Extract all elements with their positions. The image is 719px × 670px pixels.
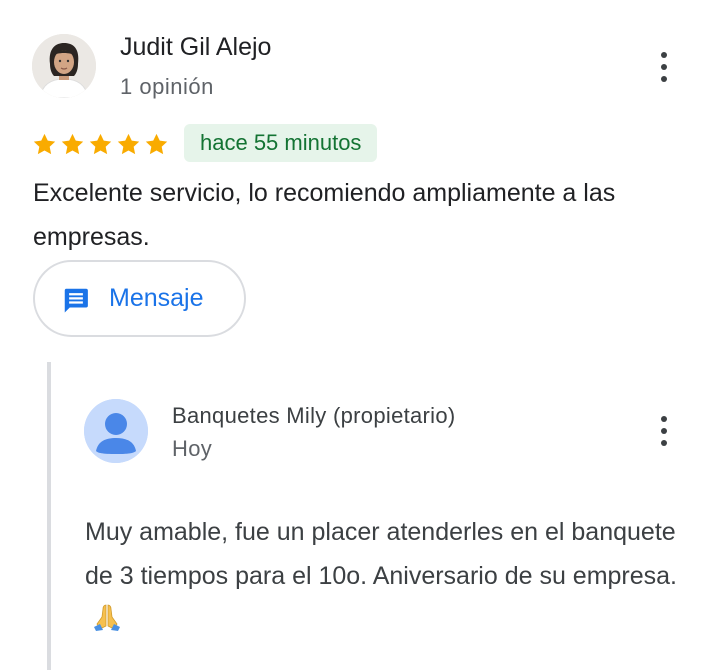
reviewer-review-count: 1 opinión [120, 74, 214, 99]
star-icon [89, 133, 112, 155]
review-card: Judit Gil Alejo 1 opinión hace 55 minuto… [0, 0, 719, 670]
owner-avatar[interactable] [84, 399, 148, 463]
owner-reply-body: Muy amable, fue un placer atenderles en … [85, 518, 678, 590]
review-time-badge: hace 55 minutos [184, 124, 378, 162]
message-icon [64, 288, 88, 313]
star-rating [31, 131, 170, 158]
more-vert-icon[interactable] [652, 411, 676, 451]
owner-reply-text: Muy amable, fue un placer atenderles en … [85, 510, 695, 642]
reviewer-avatar[interactable] [32, 34, 96, 98]
review-text: Excelente servicio, lo recomiendo amplia… [33, 179, 616, 251]
review-time-label: hace 55 minutos [200, 130, 362, 155]
star-icon [117, 133, 140, 155]
star-icon [145, 133, 168, 155]
reply-indent-bar [47, 362, 51, 670]
message-button[interactable]: Mensaje [33, 260, 246, 337]
folded-hands-icon [94, 604, 120, 631]
reviewer-name[interactable]: Judit Gil Alejo [120, 33, 271, 62]
message-button-label: Mensaje [109, 284, 204, 312]
owner-name[interactable]: Banquetes Mily (propietario) [172, 403, 456, 429]
more-vert-icon[interactable] [652, 47, 676, 87]
star-icon [61, 133, 84, 155]
owner-reply-time: Hoy [172, 436, 213, 461]
star-icon [33, 133, 56, 155]
